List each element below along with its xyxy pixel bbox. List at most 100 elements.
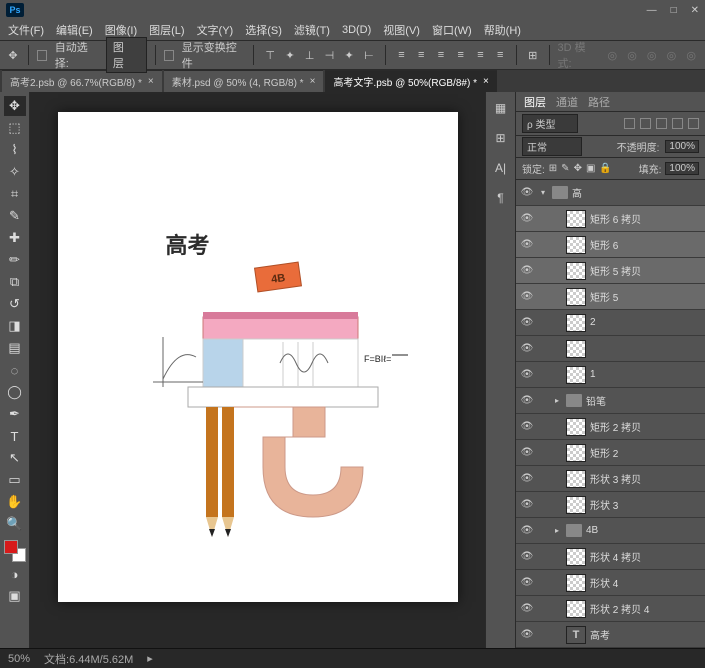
pen-tool[interactable]: ✒ xyxy=(4,404,26,424)
align-vcenter-icon[interactable]: ✦ xyxy=(282,46,298,64)
menu-type[interactable]: 文字(Y) xyxy=(197,22,234,38)
menu-layer[interactable]: 图层(L) xyxy=(149,22,184,38)
dist-6-icon[interactable]: ≡ xyxy=(492,46,508,64)
menu-help[interactable]: 帮助(H) xyxy=(484,22,521,38)
properties-panel-icon[interactable]: ⊞ xyxy=(491,128,511,148)
zoom-level[interactable]: 50% xyxy=(8,653,30,665)
visibility-icon[interactable]: 👁 xyxy=(520,446,534,460)
dist-4-icon[interactable]: ≡ xyxy=(453,46,469,64)
expand-icon[interactable]: ▾ xyxy=(538,188,548,197)
eyedropper-tool[interactable]: ✎ xyxy=(4,206,26,226)
crop-tool[interactable]: ⌗ xyxy=(4,184,26,204)
layer-row[interactable]: 👁矩形 2 xyxy=(516,440,705,466)
visibility-icon[interactable]: 👁 xyxy=(520,472,534,486)
layer-row[interactable]: 👁矩形 5 xyxy=(516,284,705,310)
layer-group[interactable]: 👁 ▾ 高 xyxy=(516,180,705,206)
filter-shape-icon[interactable] xyxy=(672,118,683,129)
layers-list[interactable]: 👁 ▾ 高 👁矩形 6 拷贝👁矩形 6👁矩形 5 拷贝👁矩形 5👁2👁👁1👁▸铅… xyxy=(516,180,705,648)
move-tool-icon[interactable]: ✥ xyxy=(6,47,20,63)
brush-tool[interactable]: ✏ xyxy=(4,250,26,270)
wand-tool[interactable]: ✧ xyxy=(4,162,26,182)
doc-info-arrow-icon[interactable]: ▸ xyxy=(147,652,153,665)
blur-tool[interactable]: ◌ xyxy=(4,360,26,380)
visibility-icon[interactable]: 👁 xyxy=(520,498,534,512)
tab-channels[interactable]: 通道 xyxy=(556,94,578,110)
heal-tool[interactable]: ✚ xyxy=(4,228,26,248)
layer-row[interactable]: 👁矩形 5 拷贝 xyxy=(516,258,705,284)
auto-align-icon[interactable]: ⊞ xyxy=(525,46,541,64)
show-transform-checkbox[interactable] xyxy=(164,50,174,61)
layer-row[interactable]: 👁T高考 xyxy=(516,622,705,648)
expand-icon[interactable]: ▸ xyxy=(552,526,562,535)
filter-smart-icon[interactable] xyxy=(688,118,699,129)
dist-3-icon[interactable]: ≡ xyxy=(433,46,449,64)
visibility-icon[interactable]: 👁 xyxy=(520,420,534,434)
auto-select-checkbox[interactable] xyxy=(37,50,47,61)
close-icon[interactable]: ✕ xyxy=(691,5,699,16)
visibility-icon[interactable]: 👁 xyxy=(520,238,534,252)
layer-row[interactable]: 👁▸铅笔 xyxy=(516,388,705,414)
layer-row[interactable]: 👁矩形 6 xyxy=(516,232,705,258)
document-tab[interactable]: 高考2.psb @ 66.7%(RGB/8) *× xyxy=(2,70,162,92)
menu-file[interactable]: 文件(F) xyxy=(8,22,44,38)
maximize-icon[interactable]: □ xyxy=(671,5,677,16)
menu-filter[interactable]: 滤镜(T) xyxy=(294,22,330,38)
tab-close-icon[interactable]: × xyxy=(483,76,489,87)
marquee-tool[interactable]: ⬚ xyxy=(4,118,26,138)
type-tool[interactable]: T xyxy=(4,426,26,446)
minimize-icon[interactable]: — xyxy=(647,5,657,16)
history-panel-icon[interactable]: ▦ xyxy=(491,98,511,118)
dist-1-icon[interactable]: ≡ xyxy=(394,46,410,64)
visibility-icon[interactable]: 👁 xyxy=(520,212,534,226)
lock-all-icon[interactable]: ⊞ xyxy=(549,163,557,174)
tab-layers[interactable]: 图层 xyxy=(524,94,546,110)
layer-row[interactable]: 👁 xyxy=(516,336,705,362)
filter-dropdown[interactable]: ρ 类型 xyxy=(522,114,578,133)
layer-row[interactable]: 👁▸4B xyxy=(516,518,705,544)
menu-3d[interactable]: 3D(D) xyxy=(342,24,371,36)
visibility-icon[interactable]: 👁 xyxy=(520,368,534,382)
visibility-icon[interactable]: 👁 xyxy=(520,316,534,330)
tab-close-icon[interactable]: × xyxy=(310,76,316,87)
auto-select-dropdown[interactable]: 图层 xyxy=(106,37,147,73)
document-tab-active[interactable]: 高考文字.psb @ 50%(RGB/8#) *× xyxy=(325,70,496,92)
layer-row[interactable]: 👁1 xyxy=(516,362,705,388)
visibility-icon[interactable]: 👁 xyxy=(520,394,534,408)
dodge-tool[interactable]: ◯ xyxy=(4,382,26,402)
menu-edit[interactable]: 编辑(E) xyxy=(56,22,93,38)
shape-tool[interactable]: ▭ xyxy=(4,470,26,490)
tab-close-icon[interactable]: × xyxy=(148,76,154,87)
quickmask-tool[interactable]: ◑ xyxy=(4,564,26,584)
dist-5-icon[interactable]: ≡ xyxy=(473,46,489,64)
fill-value[interactable]: 100% xyxy=(665,162,699,175)
layer-row[interactable]: 👁形状 3 xyxy=(516,492,705,518)
dist-2-icon[interactable]: ≡ xyxy=(413,46,429,64)
canvas-area[interactable]: 高考 4B xyxy=(30,92,485,648)
document-tab[interactable]: 素材.psd @ 50% (4, RGB/8) *× xyxy=(164,70,324,92)
gradient-tool[interactable]: ▤ xyxy=(4,338,26,358)
layer-row[interactable]: 👁形状 3 拷贝 xyxy=(516,466,705,492)
move-tool[interactable]: ✥ xyxy=(4,96,26,116)
menu-image[interactable]: 图像(I) xyxy=(105,22,137,38)
layer-row[interactable]: 👁2 xyxy=(516,310,705,336)
menu-select[interactable]: 选择(S) xyxy=(245,22,282,38)
visibility-icon[interactable]: 👁 xyxy=(520,628,534,642)
visibility-icon[interactable]: 👁 xyxy=(520,550,534,564)
layer-row[interactable]: 👁形状 2 拷贝 4 xyxy=(516,596,705,622)
screenmode-tool[interactable]: ▣ xyxy=(4,586,26,606)
lasso-tool[interactable]: ⌇ xyxy=(4,140,26,160)
lock-pixels-icon[interactable]: ✎ xyxy=(561,163,569,174)
menu-window[interactable]: 窗口(W) xyxy=(432,22,472,38)
foreground-color[interactable] xyxy=(4,540,18,554)
filter-type-icon[interactable] xyxy=(656,118,667,129)
blend-mode-dropdown[interactable]: 正常 xyxy=(522,137,582,156)
character-panel-icon[interactable]: A| xyxy=(491,158,511,178)
visibility-icon[interactable]: 👁 xyxy=(520,264,534,278)
visibility-icon[interactable]: 👁 xyxy=(520,576,534,590)
align-bottom-icon[interactable]: ⊥ xyxy=(302,46,318,64)
eraser-tool[interactable]: ◨ xyxy=(4,316,26,336)
opacity-value[interactable]: 100% xyxy=(665,140,699,153)
visibility-icon[interactable]: 👁 xyxy=(520,186,534,200)
expand-icon[interactable]: ▸ xyxy=(552,396,562,405)
lock-icon[interactable]: 🔒 xyxy=(599,163,611,174)
